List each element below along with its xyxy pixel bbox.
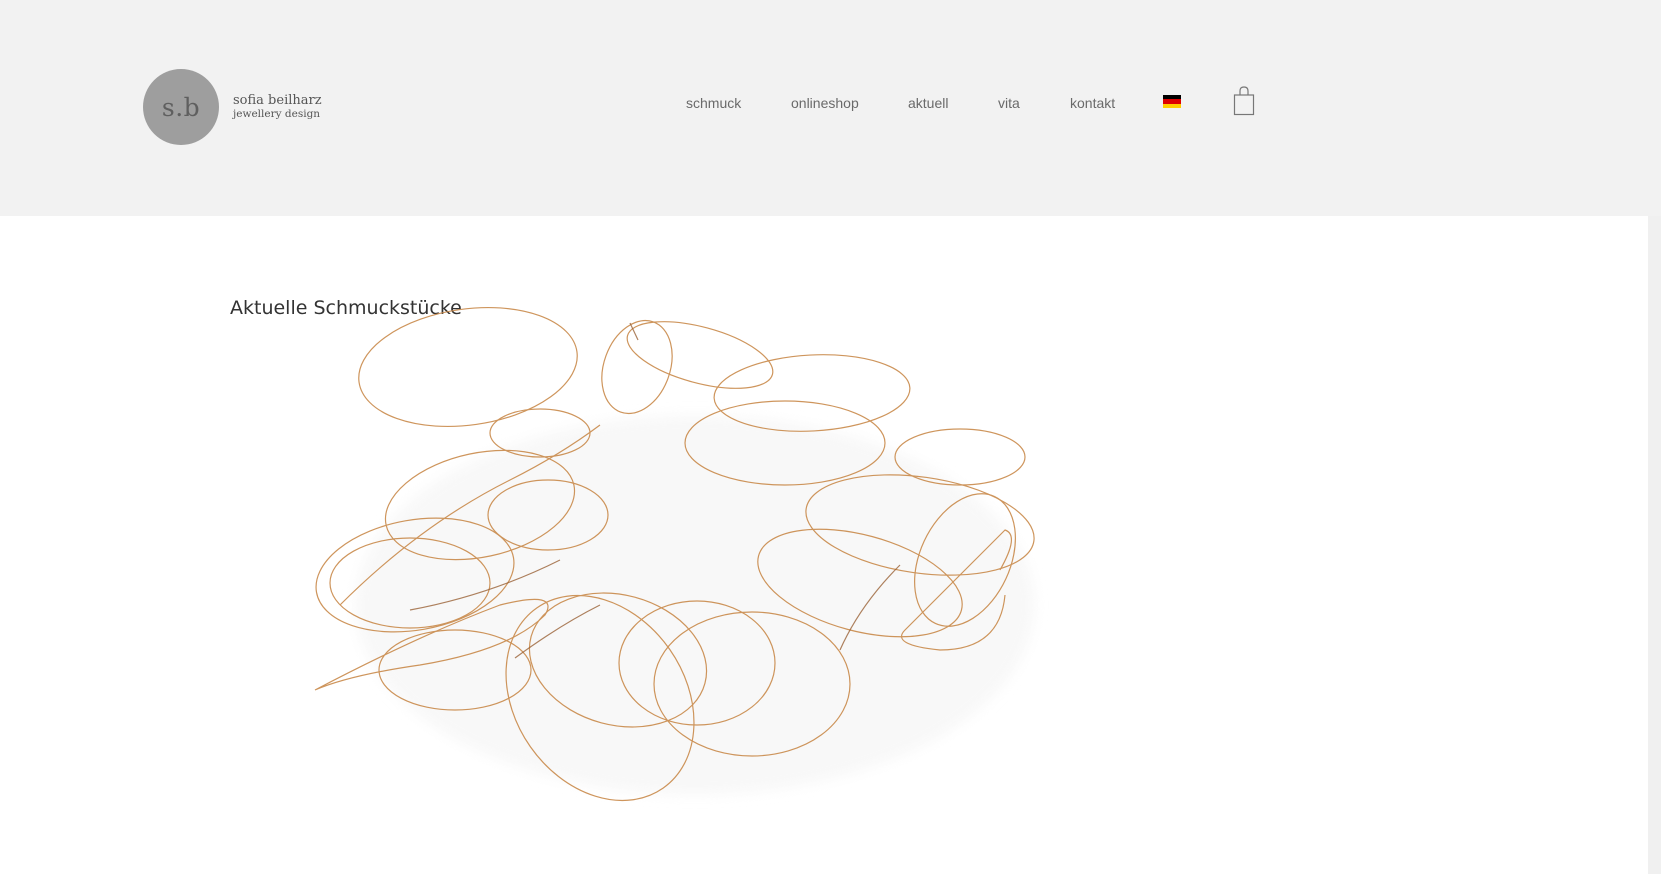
nav-item-onlineshop[interactable]: onlineshop	[791, 93, 859, 113]
nav-item-vita[interactable]: vita	[998, 93, 1020, 113]
logo-monogram: s.b	[143, 69, 219, 145]
logo-wordmark: sofia beilharz jewellery design	[233, 94, 322, 120]
logo-monogram-text: s.b	[161, 92, 201, 122]
brand-name: sofia beilharz	[233, 93, 322, 109]
page: s.b sofia beilharz jewellery design schm…	[0, 0, 1661, 874]
flag-germany-icon[interactable]	[1163, 95, 1181, 108]
nav-item-kontakt[interactable]: kontakt	[1070, 93, 1115, 113]
logo-link[interactable]: s.b sofia beilharz jewellery design	[143, 69, 322, 145]
necklace-photo	[300, 305, 1080, 825]
nav-item-aktuell[interactable]: aktuell	[908, 93, 948, 113]
site-header: s.b sofia beilharz jewellery design schm…	[0, 0, 1661, 216]
scrollbar[interactable]	[1648, 216, 1661, 874]
nav-item-schmuck[interactable]: schmuck	[686, 93, 741, 113]
brand-tagline: jewellery design	[233, 107, 321, 120]
shopping-bag-icon[interactable]	[1233, 86, 1255, 116]
